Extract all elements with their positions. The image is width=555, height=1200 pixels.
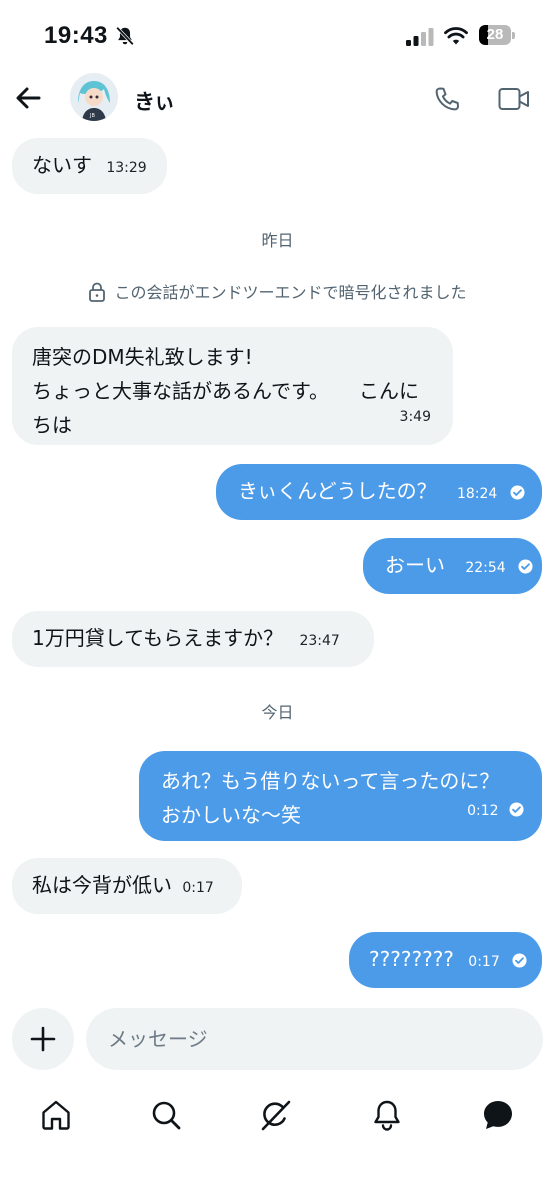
message-outgoing[interactable]: おーい 22:54 <box>363 538 542 594</box>
message-outgoing[interactable]: あれ？もう借りないって言ったのに？ おかしいな〜笑 0:12 <box>139 751 542 841</box>
home-icon[interactable] <box>39 1098 73 1132</box>
message-outgoing[interactable]: ???????? 0:17 <box>349 932 542 988</box>
check-circle-icon <box>510 485 525 500</box>
message-text: 唐突のDM失礼致します! ちょっと大事な話があるんです。 こんにちは <box>32 345 419 437</box>
message-incoming[interactable]: 1万円貸してもらえますか？ 23:47 <box>12 611 374 667</box>
message-input[interactable] <box>86 1008 543 1070</box>
plus-icon <box>30 1026 56 1052</box>
message-incoming[interactable]: 唐突のDM失礼致します! ちょっと大事な話があるんです。 こんにちは 3:49 <box>12 327 453 445</box>
add-attachment-button[interactable] <box>12 1008 74 1070</box>
message-text: ???????? <box>369 947 454 971</box>
message-time: 3:49 <box>399 409 431 425</box>
message-time: 18:24 <box>456 486 498 502</box>
video-camera-icon[interactable] <box>498 86 530 112</box>
e2e-notice-text: この会話がエンドツーエンドで暗号化されました <box>114 283 467 302</box>
wifi-icon <box>444 27 468 45</box>
date-separator: 昨日 <box>261 231 294 250</box>
check-circle-icon <box>518 559 533 574</box>
arrow-left-icon[interactable] <box>14 84 42 112</box>
message-incoming[interactable]: ないす 13:29 <box>12 138 167 194</box>
message-time: 0:17 <box>468 954 500 970</box>
notifications-icon[interactable] <box>370 1098 404 1132</box>
message-outgoing[interactable]: きぃくんどうしたの？ 18:24 <box>216 464 542 520</box>
message-incoming[interactable]: 私は今背が低い 0:17 <box>12 858 242 914</box>
battery-indicator: 28 <box>479 25 517 47</box>
svg-text:JB: JB <box>89 113 95 119</box>
date-separator: 今日 <box>261 703 294 722</box>
message-text: 1万円貸してもらえますか？ <box>32 626 284 650</box>
check-circle-icon <box>509 802 524 817</box>
check-circle-icon <box>512 953 527 968</box>
lock-icon <box>89 282 106 302</box>
e2e-notice: この会話がエンドツーエンドで暗号化されました <box>0 279 555 303</box>
grok-icon[interactable] <box>259 1098 293 1132</box>
message-time: 0:17 <box>182 880 214 896</box>
message-text: ないす <box>32 153 92 177</box>
message-time: 0:12 <box>467 803 499 819</box>
status-time: 19:43 <box>44 22 108 49</box>
message-text: きぃくんどうしたの？ <box>238 479 437 503</box>
message-text: 私は今背が低い <box>32 873 172 897</box>
message-time: 22:54 <box>465 560 506 576</box>
search-icon[interactable] <box>149 1098 183 1132</box>
message-time: 13:29 <box>106 160 147 176</box>
battery-percent: 28 <box>486 26 504 43</box>
contact-name[interactable]: きぃ <box>134 86 175 116</box>
phone-icon[interactable] <box>432 84 462 114</box>
bell-off-icon <box>116 26 134 46</box>
message-text: おーい <box>385 553 445 577</box>
message-time: 23:47 <box>299 633 340 649</box>
avatar-illustration: JB <box>70 73 118 121</box>
cellular-signal-icon <box>406 28 434 46</box>
messages-icon[interactable] <box>481 1098 515 1132</box>
avatar[interactable]: JB <box>70 73 118 121</box>
